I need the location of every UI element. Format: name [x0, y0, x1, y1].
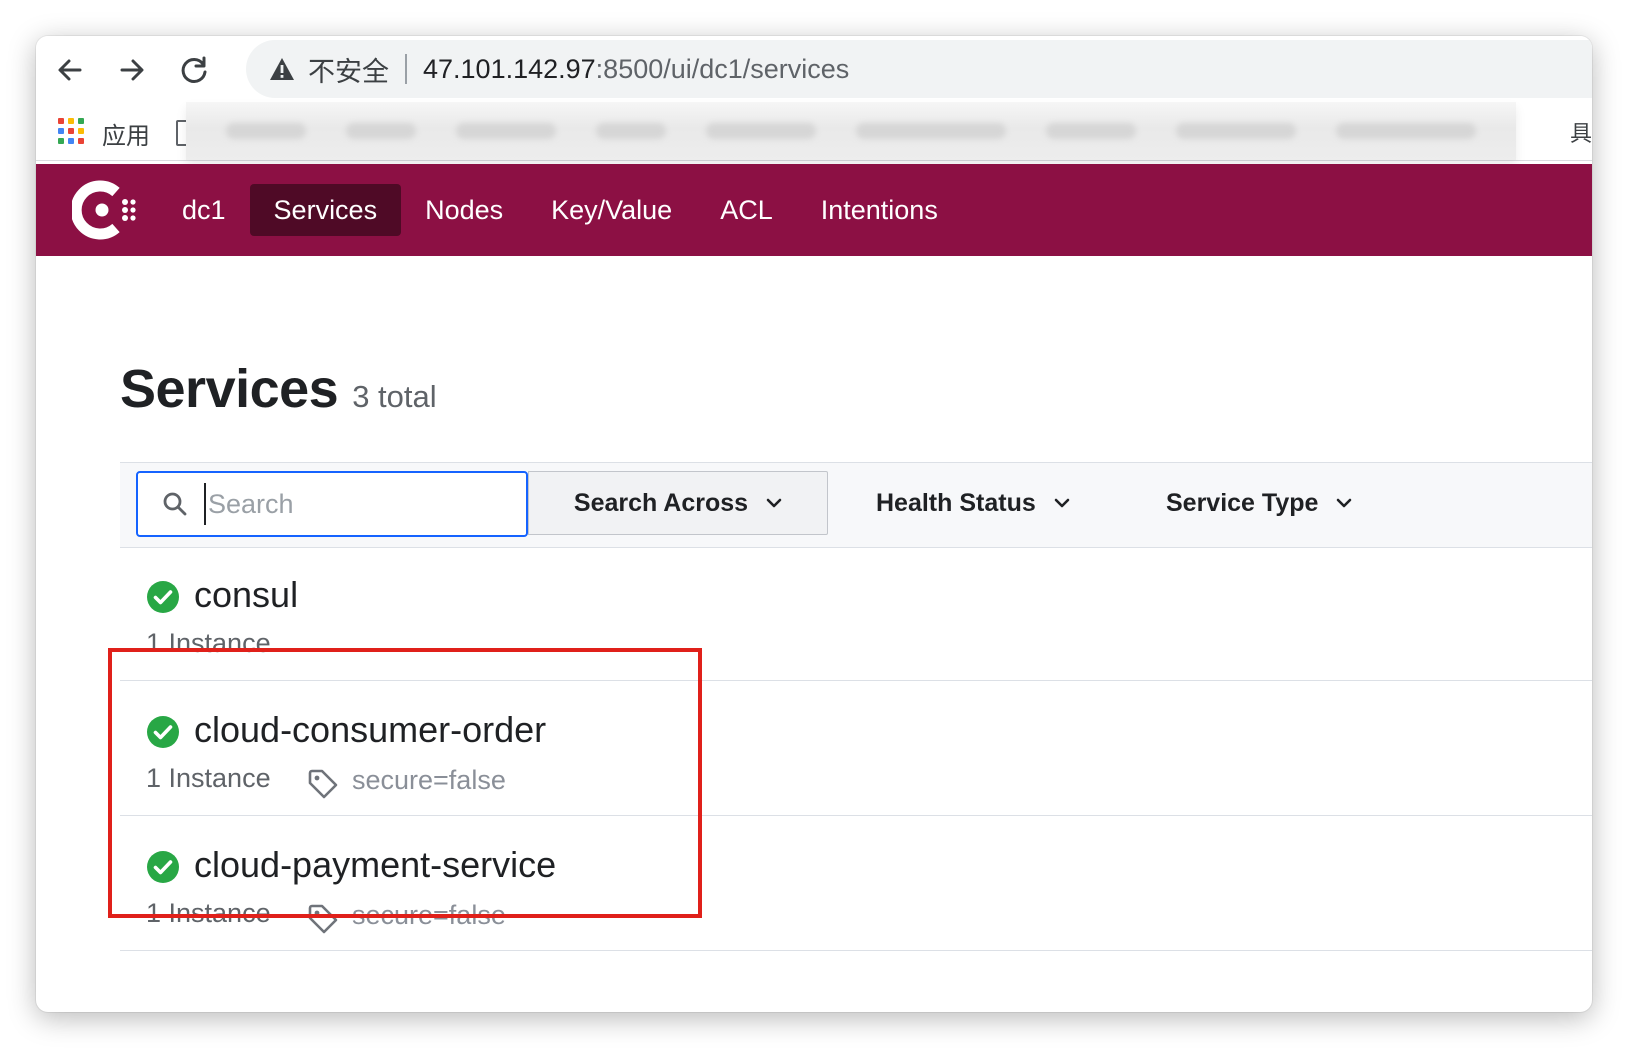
reload-button[interactable] — [174, 50, 214, 90]
service-tag: secure=false — [352, 900, 506, 930]
insecure-label: 不安全 — [308, 56, 389, 88]
nav-acl[interactable]: ACL — [696, 184, 797, 236]
chevron-down-icon — [766, 498, 782, 508]
tag-icon — [308, 904, 338, 934]
page-heading: Services 3 total — [120, 358, 437, 420]
back-button[interactable] — [50, 50, 90, 90]
url-host: 47.101.142.97 — [423, 53, 596, 84]
arrow-left-icon — [58, 59, 82, 81]
service-row[interactable]: cloud-consumer-order 1 Instance secure=f… — [120, 681, 1592, 816]
nav-nodes[interactable]: Nodes — [401, 184, 527, 236]
check-circle-icon — [147, 581, 179, 613]
search-icon — [163, 492, 187, 516]
service-name[interactable]: cloud-payment-service — [194, 844, 556, 886]
service-type-dropdown[interactable]: Service Type — [1166, 471, 1352, 535]
tag-icon — [308, 769, 338, 799]
page-title: Services — [120, 359, 339, 419]
url-path: :8500/ui/dc1/services — [595, 53, 850, 84]
service-tag: secure=false — [352, 765, 506, 795]
search-input[interactable] — [204, 483, 510, 525]
nav-intentions[interactable]: Intentions — [797, 184, 962, 236]
instance-count: 1 Instance — [146, 628, 271, 658]
apps-grid-icon[interactable] — [58, 118, 84, 144]
forward-button[interactable] — [112, 50, 152, 90]
filter-bar: Search Across Health Status Service Type — [120, 462, 1592, 548]
search-across-dropdown[interactable]: Search Across — [528, 471, 828, 535]
arrow-right-icon — [120, 59, 144, 81]
search-box[interactable] — [136, 471, 528, 537]
check-circle-icon — [147, 716, 179, 748]
chevron-down-icon — [1054, 498, 1070, 508]
chevron-down-icon — [1337, 498, 1352, 508]
bookmarks-bar: 应用 具 — [36, 102, 1592, 161]
health-status-dropdown[interactable]: Health Status — [876, 471, 1070, 535]
search-across-label: Search Across — [573, 488, 749, 517]
address-bar[interactable]: 不安全 47.101.142.97 :8500/ui/dc1/services — [246, 40, 1592, 98]
omnibox-divider — [405, 54, 407, 84]
reload-icon — [181, 56, 207, 83]
browser-toolbar: 不安全 47.101.142.97 :8500/ui/dc1/services — [36, 36, 1592, 102]
apps-bookmark[interactable]: 应用 — [102, 116, 150, 151]
consul-logo[interactable] — [70, 178, 140, 242]
service-row[interactable]: cloud-payment-service 1 Instance secure=… — [120, 816, 1592, 951]
instance-count: 1 Instance — [146, 763, 271, 793]
service-list: consul 1 Instance cloud-consumer-order 1… — [120, 546, 1592, 951]
service-count: 3 total — [352, 379, 437, 414]
bookmark-tail[interactable]: 具 — [1570, 116, 1592, 148]
health-status-label: Health Status — [876, 488, 1036, 517]
nav-services[interactable]: Services — [249, 184, 402, 236]
nav-menu: dc1 Services Nodes Key/Value ACL Intenti… — [158, 184, 962, 236]
service-row[interactable]: consul 1 Instance — [120, 546, 1592, 681]
nav-key-value[interactable]: Key/Value — [527, 184, 696, 236]
warning-icon[interactable] — [268, 55, 296, 83]
service-name[interactable]: consul — [194, 574, 298, 616]
blurred-bookmarks — [186, 102, 1516, 160]
instance-count: 1 Instance — [146, 898, 271, 928]
browser-window: 不安全 47.101.142.97 :8500/ui/dc1/services … — [36, 36, 1592, 1012]
service-type-label: Service Type — [1166, 488, 1319, 517]
datacenter-selector[interactable]: dc1 — [158, 184, 250, 236]
service-name[interactable]: cloud-consumer-order — [194, 709, 546, 751]
check-circle-icon — [147, 851, 179, 883]
consul-navbar: dc1 Services Nodes Key/Value ACL Intenti… — [36, 164, 1592, 256]
